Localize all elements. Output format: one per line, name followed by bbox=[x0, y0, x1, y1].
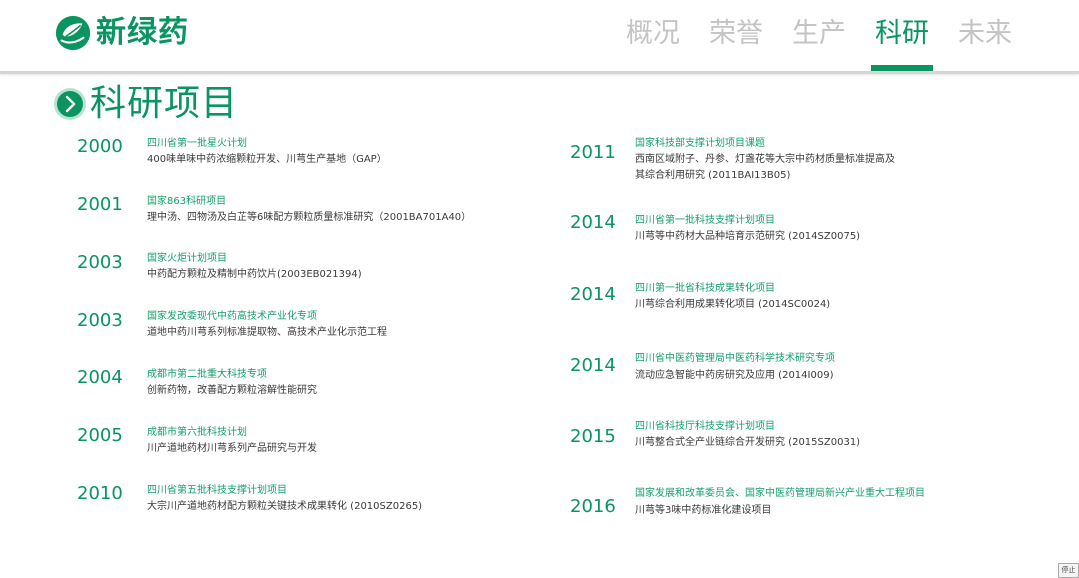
project-desc: 其综合利用研究 (2011BAI13B05) bbox=[635, 170, 791, 181]
project-year: 2003 bbox=[77, 252, 123, 273]
project-year: 2004 bbox=[77, 367, 123, 388]
project-year: 2000 bbox=[77, 136, 123, 157]
project-year: 2001 bbox=[77, 194, 123, 215]
project-year: 2016 bbox=[570, 496, 616, 517]
header-divider bbox=[0, 71, 1079, 74]
project-desc: 川芎等中药材大品种培育示范研究 (2014SZ0075) bbox=[635, 231, 861, 242]
project-desc: 大宗川产道地药材配方颗粒关键技术成果转化 (2010SZ0265) bbox=[147, 501, 423, 512]
project-desc: 川芎整合式全产业链综合开发研究 (2015SZ0031) bbox=[635, 437, 861, 448]
project-year: 2011 bbox=[570, 142, 616, 163]
project-title: 国家发改委现代中药高技术产业化专项 bbox=[147, 311, 317, 322]
nav-item-research[interactable]: 科研 bbox=[875, 17, 929, 51]
project-title: 四川省科技厅科技支撑计划项目 bbox=[635, 421, 775, 432]
project-desc: 川芎等3味中药标准化建设项目 bbox=[635, 505, 772, 516]
section-heading: 科研项目 bbox=[53, 82, 238, 126]
brand-name: 新绿药 bbox=[96, 15, 189, 50]
project-year: 2003 bbox=[77, 310, 123, 331]
project-title: 四川省中医药管理局中医药科学技术研究专项 bbox=[635, 353, 835, 364]
project-title: 成都市第六批科技计划 bbox=[147, 427, 247, 438]
project-year: 2014 bbox=[570, 212, 616, 233]
project-year: 2010 bbox=[77, 483, 123, 504]
stop-button[interactable]: 停止 bbox=[1058, 563, 1079, 578]
chevron-right-circle-icon bbox=[54, 88, 86, 120]
project-year: 2014 bbox=[570, 355, 616, 376]
brand-logo[interactable]: 新绿药 bbox=[54, 13, 189, 53]
nav-item-future[interactable]: 未来 bbox=[958, 17, 1012, 51]
nav-item-honors[interactable]: 荣誉 bbox=[709, 17, 763, 51]
nav-item-production[interactable]: 生产 bbox=[792, 17, 846, 51]
project-title: 四川省第一批星火计划 bbox=[147, 138, 247, 149]
header-bar: 新绿药 概况 荣誉 生产 科研 未来 bbox=[0, 0, 1079, 72]
project-title: 四川省第一批科技支撑计划项目 bbox=[635, 215, 775, 226]
project-title: 四川省第五批科技支撑计划项目 bbox=[147, 485, 287, 496]
project-desc: 理中汤、四物汤及白芷等6味配方颗粒质量标准研究（2001BA701A40） bbox=[147, 212, 472, 223]
project-title: 四川第一批省科技成果转化项目 bbox=[635, 283, 775, 294]
project-desc: 川芎综合利用成果转化项目 (2014SC0024) bbox=[635, 299, 831, 310]
project-title: 国家发展和改革委员会、国家中医药管理局新兴产业重大工程项目 bbox=[635, 488, 925, 499]
project-desc: 西南区域附子、丹参、灯盏花等大宗中药材质量标准提高及 bbox=[635, 154, 895, 165]
project-title: 成都市第二批重大科技专项 bbox=[147, 369, 267, 380]
leaf-hands-icon bbox=[55, 15, 91, 51]
project-desc: 流动应急智能中药房研究及应用 (2014I009) bbox=[635, 370, 834, 381]
project-year: 2005 bbox=[77, 425, 123, 446]
project-desc: 道地中药川芎系列标准提取物、高技术产业化示范工程 bbox=[147, 327, 387, 338]
project-title: 国家科技部支撑计划项目课题 bbox=[635, 138, 765, 149]
project-year: 2014 bbox=[570, 284, 616, 305]
page-title: 科研项目 bbox=[90, 83, 239, 124]
nav-item-overview[interactable]: 概况 bbox=[626, 17, 680, 51]
project-desc: 400味单味中药浓缩颗粒开发、川芎生产基地（GAP） bbox=[147, 154, 387, 165]
project-title: 国家863科研项目 bbox=[147, 196, 227, 207]
project-desc: 创新药物，改善配方颗粒溶解性能研究 bbox=[147, 385, 317, 396]
project-desc: 川产道地药材川芎系列产品研究与开发 bbox=[147, 443, 317, 454]
project-year: 2015 bbox=[570, 426, 616, 447]
project-desc: 中药配方颗粒及精制中药饮片(2003EB021394) bbox=[147, 269, 362, 280]
project-title: 国家火炬计划项目 bbox=[147, 253, 227, 264]
